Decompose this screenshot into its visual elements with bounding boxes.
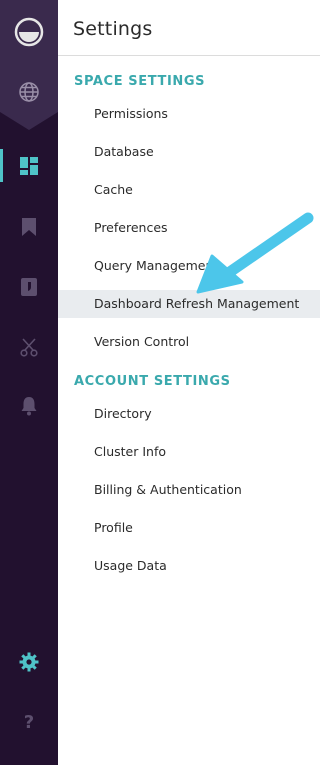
scissors-icon[interactable]: [0, 327, 58, 367]
left-rail: ?: [0, 0, 58, 765]
logo-icon[interactable]: [0, 12, 58, 52]
menu-item-profile[interactable]: Profile: [58, 514, 320, 542]
dashboard-icon[interactable]: [0, 146, 58, 186]
section-heading-space-settings: SPACE SETTINGS: [74, 74, 206, 89]
menu-item-permissions[interactable]: Permissions: [58, 100, 320, 128]
menu-item-cache[interactable]: Cache: [58, 176, 320, 204]
svg-text:?: ?: [24, 712, 34, 732]
menu-item-billing-authentication[interactable]: Billing & Authentication: [58, 476, 320, 504]
menu-item-version-control[interactable]: Version Control: [58, 328, 320, 356]
gear-icon[interactable]: [0, 642, 58, 682]
help-icon[interactable]: ?: [0, 702, 58, 742]
bell-icon[interactable]: [0, 386, 58, 426]
page-title: Settings: [73, 18, 153, 40]
rail-notch: [0, 112, 58, 130]
header-divider: [58, 55, 320, 56]
globe-icon[interactable]: [0, 72, 58, 112]
notebook-icon[interactable]: [0, 267, 58, 307]
bookmark-icon[interactable]: [0, 207, 58, 247]
settings-panel: Settings SPACE SETTINGS Permissions Data…: [58, 0, 320, 765]
section-heading-account-settings: ACCOUNT SETTINGS: [74, 374, 231, 389]
menu-item-usage-data[interactable]: Usage Data: [58, 552, 320, 580]
menu-item-directory[interactable]: Directory: [58, 400, 320, 428]
callout-arrow-icon: [196, 212, 314, 294]
menu-item-cluster-info[interactable]: Cluster Info: [58, 438, 320, 466]
menu-item-database[interactable]: Database: [58, 138, 320, 166]
